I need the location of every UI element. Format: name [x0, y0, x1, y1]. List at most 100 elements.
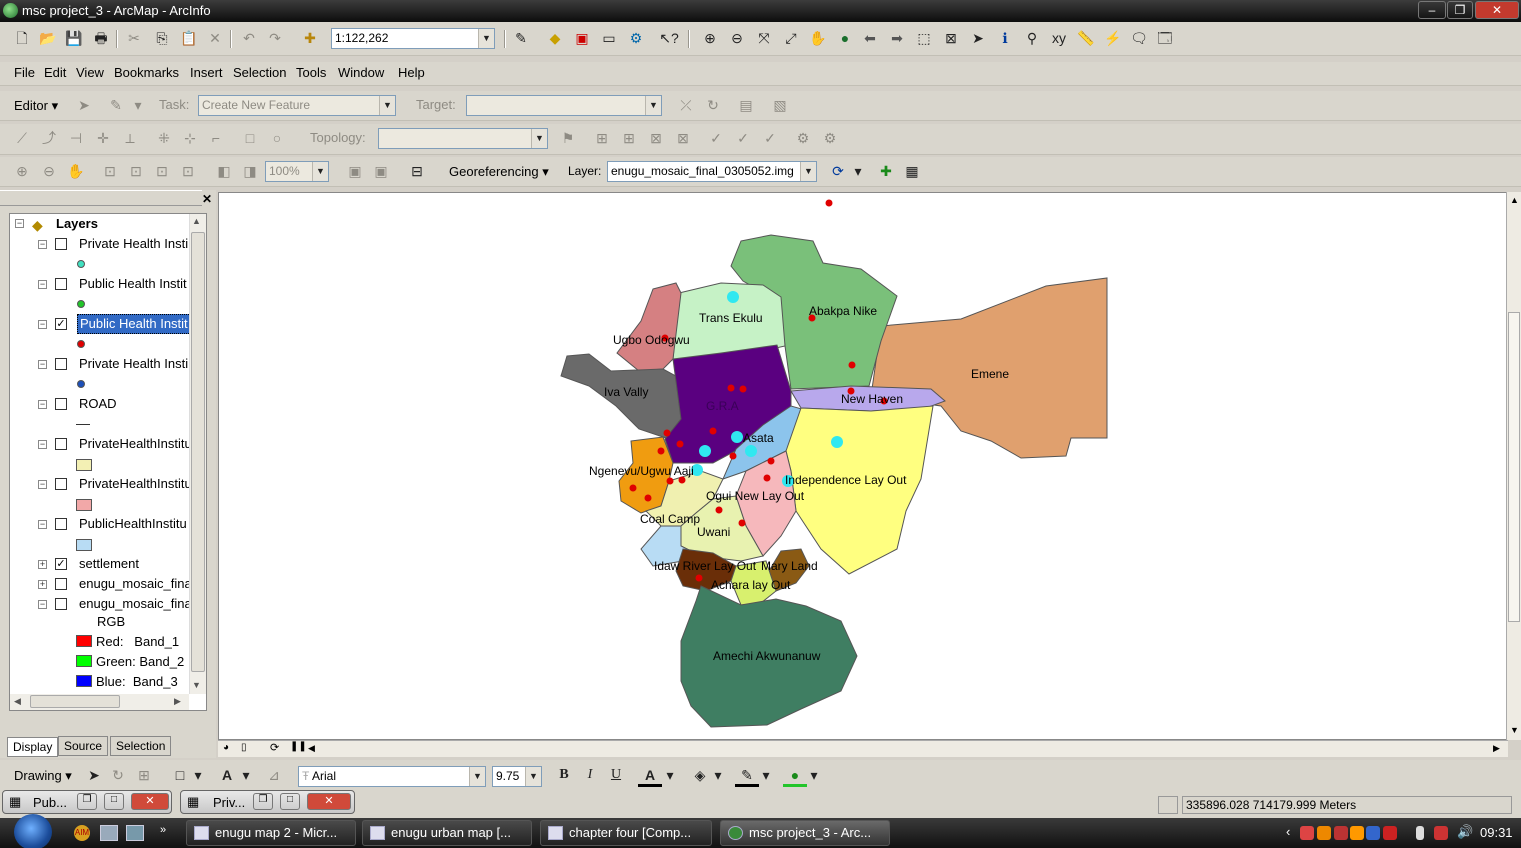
chevron-down-icon[interactable]: ▼: [525, 767, 541, 786]
integrate-icon[interactable]: ⊹: [178, 126, 202, 150]
menu-window[interactable]: Window: [338, 62, 384, 84]
map-display[interactable]: Trans Ekulu Abakpa Nike Ugbo Odogwu Emene Iv…: [218, 192, 1508, 740]
clock[interactable]: 09:31: [1480, 825, 1513, 840]
layer-visibility-checkbox[interactable]: [55, 578, 67, 590]
chevron-down-icon[interactable]: ▾: [850, 159, 866, 183]
attributes-icon[interactable]: ▤: [734, 93, 758, 117]
private-health-point[interactable]: [731, 431, 743, 443]
toc-hscroll-thumb[interactable]: [30, 695, 120, 708]
construct-features-icon[interactable]: ✛: [91, 126, 115, 150]
toc-layer-row[interactable]: − ✓ Public Health Instit: [14, 314, 191, 334]
drawing-menu[interactable]: Drawing ▾: [14, 765, 72, 787]
task-msc-project[interactable]: msc project_3 - Arc...: [720, 820, 890, 846]
zoom-out-layout-icon[interactable]: ⊡: [176, 159, 200, 183]
topology-combo[interactable]: ▼: [378, 128, 548, 149]
toggle-draft-icon[interactable]: ▣: [343, 159, 367, 183]
toc-layer-row[interactable]: − Private Health Insti: [14, 354, 188, 374]
pan-layout-icon[interactable]: ✋: [64, 159, 88, 183]
layer-name[interactable]: Private Health Insti: [77, 234, 190, 254]
task-combo[interactable]: Create New Feature ▼: [198, 95, 396, 116]
validate-extent-icon[interactable]: ⊞: [617, 126, 641, 150]
scroll-down-icon[interactable]: ▼: [192, 680, 201, 690]
public-health-point[interactable]: [629, 484, 637, 492]
menu-bookmarks[interactable]: Bookmarks: [114, 62, 179, 84]
maximize-button[interactable]: ❐: [1447, 1, 1473, 19]
layer-visibility-checkbox[interactable]: [55, 238, 67, 250]
circle-icon[interactable]: ○: [265, 126, 289, 150]
menu-selection[interactable]: Selection: [233, 62, 286, 84]
tray-expand-icon[interactable]: ‹: [1286, 824, 1290, 839]
map-vscroll-thumb[interactable]: [1508, 312, 1520, 622]
layer-visibility-checkbox[interactable]: [55, 398, 67, 410]
battery-icon[interactable]: [1416, 826, 1424, 840]
rotate-tool-icon[interactable]: ↻: [701, 93, 725, 117]
security-icon[interactable]: [1434, 826, 1448, 840]
public-health-point[interactable]: [848, 361, 856, 369]
line-color-icon[interactable]: ✎: [735, 763, 759, 787]
identify-icon[interactable]: ℹ: [993, 26, 1017, 50]
expand-icon[interactable]: +: [38, 580, 47, 589]
public-health-point[interactable]: [709, 427, 717, 435]
refresh-icon[interactable]: ⟳: [270, 741, 279, 754]
editor-menu[interactable]: Editor ▾: [14, 95, 58, 117]
map-horizontal-scrollbar[interactable]: ◕ ▯ ⟳ ❚❚ ◀ ▶: [218, 740, 1508, 757]
rotate-element-icon[interactable]: ↻: [106, 763, 130, 787]
collapse-icon[interactable]: −: [38, 320, 47, 329]
rectangle-tool-icon[interactable]: □: [168, 763, 192, 787]
collapse-icon[interactable]: −: [38, 240, 47, 249]
add-data-icon[interactable]: ✚: [298, 26, 322, 50]
scroll-up-icon[interactable]: ▲: [192, 216, 201, 226]
select-features-icon[interactable]: ⬚: [912, 26, 936, 50]
chevron-down-icon[interactable]: ▾: [130, 93, 146, 117]
switch-windows-icon[interactable]: [126, 825, 144, 841]
public-health-point[interactable]: [657, 447, 665, 455]
public-health-point[interactable]: [738, 519, 746, 527]
layer-combo[interactable]: enugu_mosaic_final_0305052.img ▼: [607, 161, 817, 182]
tray-icon-2[interactable]: [1317, 826, 1331, 840]
sketch-tool-icon[interactable]: ✎: [104, 93, 128, 117]
layer-visibility-checkbox[interactable]: [55, 438, 67, 450]
mark-exception-icon[interactable]: ✓: [704, 126, 728, 150]
edit-vertices-icon[interactable]: ⊿: [262, 763, 286, 787]
toc-vertical-scrollbar[interactable]: ▲ ▼: [189, 214, 206, 694]
tray-icon-5[interactable]: [1366, 826, 1380, 840]
maximize-button[interactable]: □: [280, 793, 300, 810]
chevron-down-icon[interactable]: ▾: [238, 763, 254, 787]
scroll-up-icon[interactable]: ▲: [1510, 195, 1519, 205]
redo-icon[interactable]: ↷: [263, 26, 287, 50]
collapse-icon[interactable]: −: [15, 219, 24, 228]
layer-visibility-checkbox[interactable]: [55, 358, 67, 370]
toc-layer-row[interactable]: − ROAD: [14, 394, 186, 414]
private-health-point[interactable]: [831, 436, 843, 448]
layer-name[interactable]: Public Health Instit: [77, 314, 191, 334]
close-button[interactable]: ✕: [307, 793, 351, 810]
chevron-down-icon[interactable]: ▾: [758, 763, 774, 787]
fixed-zoom-out-icon[interactable]: ⤢: [779, 26, 803, 50]
toc-layer-row[interactable]: − enugu_mosaic_fina: [14, 594, 192, 614]
minimized-table-priv[interactable]: ▦ Priv... ❐ □ ✕: [180, 790, 355, 814]
layer-name[interactable]: Private Health Insti: [77, 354, 190, 374]
topology-summary-icon[interactable]: ⚙: [818, 126, 842, 150]
find-icon[interactable]: ⚲: [1020, 26, 1044, 50]
mark-error-icon[interactable]: ✓: [731, 126, 755, 150]
font-combo[interactable]: Ŧ Arial ▼: [298, 766, 486, 787]
layer-name[interactable]: ROAD: [77, 394, 119, 414]
map-topology-icon[interactable]: ⟋: [10, 126, 34, 150]
arccatalog-icon[interactable]: ◆: [543, 26, 567, 50]
layer-name[interactable]: settlement: [77, 554, 141, 574]
chevron-down-icon[interactable]: ▼: [800, 162, 816, 181]
layer-name[interactable]: enugu_mosaic_fina: [77, 574, 194, 594]
fill-color-icon[interactable]: ◈: [688, 763, 712, 787]
arctoolbox-icon[interactable]: ▣: [570, 26, 594, 50]
full-extent-icon[interactable]: ●: [833, 26, 857, 50]
new-icon[interactable]: 🗋: [10, 26, 34, 50]
private-health-point[interactable]: [727, 291, 739, 303]
tab-display[interactable]: Display: [7, 737, 59, 757]
collapse-icon[interactable]: −: [38, 440, 47, 449]
focus-data-frame-icon[interactable]: ▣: [369, 159, 393, 183]
zoom-in-icon[interactable]: ⊕: [698, 26, 722, 50]
chevron-down-icon[interactable]: ▾: [190, 763, 206, 787]
toc-horizontal-scrollbar[interactable]: ◀ ▶: [10, 694, 189, 710]
data-view-icon[interactable]: ◕: [223, 742, 229, 753]
toc-layer-row[interactable]: − PrivateHealthInstitu: [14, 434, 192, 454]
